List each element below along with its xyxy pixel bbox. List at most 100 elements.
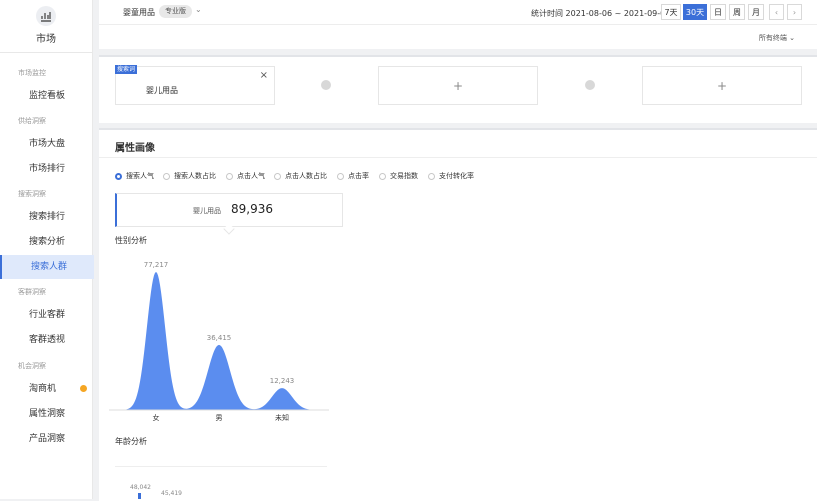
section-header-supply: 供给洞察 bbox=[18, 117, 46, 125]
radio-circle bbox=[337, 172, 344, 180]
version-badge[interactable]: 专业版 bbox=[159, 5, 192, 18]
radio-label: 搜索人数占比 bbox=[174, 172, 216, 180]
range-7d-button[interactable]: 7天 bbox=[661, 4, 681, 20]
radio-circle bbox=[379, 172, 386, 180]
radio-click-share[interactable]: 点击人数占比 bbox=[274, 171, 327, 181]
sidebar-item-opportunities[interactable]: 淘商机 bbox=[0, 377, 92, 401]
sidebar-item-search-analysis[interactable]: 搜索分析 bbox=[0, 230, 92, 254]
sidebar-item-product-insight[interactable]: 产品洞察 bbox=[0, 427, 92, 451]
sidebar-item-label: 搜索排行 bbox=[29, 212, 66, 222]
stat-period: 统计时间 2021-08-06 ~ 2021-09-04 bbox=[531, 9, 671, 18]
sidebar-item-industry-customers[interactable]: 行业客群 bbox=[0, 303, 92, 327]
sidebar-item-market-ranking[interactable]: 市场排行 bbox=[0, 157, 92, 181]
age-bar bbox=[138, 493, 141, 499]
terminal-selector[interactable]: 所有终端 ⌄ bbox=[759, 33, 795, 43]
divider bbox=[99, 157, 817, 158]
sidebar-item-market-overview[interactable]: 市场大盘 bbox=[0, 132, 92, 156]
radio-pay-conversion[interactable]: 支付转化率 bbox=[428, 171, 474, 181]
radio-trade-index[interactable]: 交易指数 bbox=[379, 171, 418, 181]
category-label: 未知 bbox=[275, 413, 289, 422]
sidebar-item-label: 搜索分析 bbox=[29, 237, 66, 247]
range-week-button[interactable]: 周 bbox=[729, 4, 745, 20]
sidebar-item-label: 搜索人群 bbox=[31, 262, 68, 272]
sidebar-item-search-ranking[interactable]: 搜索排行 bbox=[0, 205, 92, 229]
section-header-search: 搜索洞察 bbox=[18, 190, 46, 198]
radio-circle bbox=[274, 172, 281, 180]
section-header-market-monitor: 市场监控 bbox=[18, 69, 46, 77]
sidebar-item-label: 行业客群 bbox=[29, 310, 66, 320]
radio-circle bbox=[428, 172, 435, 180]
sidebar-item-label: 市场大盘 bbox=[29, 139, 66, 149]
section-header-opportunity: 机会洞察 bbox=[18, 362, 46, 370]
chevron-down-icon: ⌄ bbox=[789, 34, 795, 42]
radio-label: 点击人数占比 bbox=[285, 172, 327, 180]
section-title: 属性画像 bbox=[115, 143, 155, 154]
metric-card: 婴儿用品 89,936 bbox=[115, 193, 343, 227]
radio-label: 交易指数 bbox=[390, 172, 418, 180]
sidebar-item-monitor-board[interactable]: 监控看板 bbox=[0, 84, 92, 108]
new-badge bbox=[80, 385, 87, 392]
radio-label: 点击人气 bbox=[237, 172, 265, 180]
gender-chart: 77,217 女 36,415 男 12,243 未知 bbox=[109, 261, 329, 422]
radio-click-rate[interactable]: 点击率 bbox=[337, 171, 369, 181]
radio-circle bbox=[226, 172, 233, 180]
sidebar-item-attribute-insight[interactable]: 属性洞察 bbox=[0, 402, 92, 426]
chevron-down-icon[interactable]: ⌄ bbox=[195, 5, 202, 14]
top-bar: 婴童用品 专业版 ⌄ 统计时间 2021-08-06 ~ 2021-09-04 … bbox=[99, 0, 817, 25]
data-label: 36,415 bbox=[207, 334, 232, 342]
plus-icon: + bbox=[452, 78, 464, 93]
category-selector[interactable]: 婴童用品 bbox=[123, 7, 155, 18]
compare-card-add-2[interactable]: + bbox=[378, 66, 538, 105]
profile-section: 属性画像 搜索人气 搜索人数占比 点击人气 点击人数占比 点击率 交易指数 支付… bbox=[99, 128, 817, 501]
sidebar-item-label: 淘商机 bbox=[29, 384, 57, 394]
age-data-label: 45,419 bbox=[161, 490, 182, 497]
sidebar-item-label: 客群透视 bbox=[29, 335, 66, 345]
close-icon[interactable]: × bbox=[260, 70, 268, 81]
next-period-button[interactable]: › bbox=[787, 4, 802, 20]
radio-label: 支付转化率 bbox=[439, 172, 474, 180]
radio-search-popularity[interactable]: 搜索人气 bbox=[115, 171, 154, 181]
radio-circle bbox=[115, 172, 122, 180]
section-header-customer: 客群洞察 bbox=[18, 288, 46, 296]
data-label: 12,243 bbox=[270, 377, 295, 385]
data-label: 77,217 bbox=[144, 261, 169, 269]
vs-dot bbox=[585, 80, 595, 90]
terminal-bar: 所有终端 ⌄ bbox=[99, 25, 817, 49]
sidebar-item-label: 属性洞察 bbox=[29, 409, 66, 419]
compare-section: 婴儿用品 × 搜索词 + + bbox=[99, 55, 817, 123]
category-label: 女 bbox=[153, 413, 160, 422]
range-month-button[interactable]: 月 bbox=[748, 4, 764, 20]
age-data-label: 48,042 bbox=[130, 484, 151, 491]
prev-period-button[interactable]: ‹ bbox=[769, 4, 784, 20]
compare-card-add-3[interactable]: + bbox=[642, 66, 802, 105]
range-day-button[interactable]: 日 bbox=[710, 4, 726, 20]
app-logo[interactable]: 市场 bbox=[0, 6, 92, 45]
radio-label: 点击率 bbox=[348, 172, 369, 180]
sidebar-item-customer-perspective[interactable]: 客群透视 bbox=[0, 328, 92, 352]
sidebar-divider bbox=[0, 52, 92, 53]
sidebar-item-search-crowd[interactable]: 搜索人群 bbox=[0, 255, 94, 279]
radio-search-share[interactable]: 搜索人数占比 bbox=[163, 171, 216, 181]
age-title: 年龄分析 bbox=[115, 437, 147, 446]
age-chart-gridline bbox=[115, 466, 327, 467]
sidebar-item-label: 市场排行 bbox=[29, 164, 66, 174]
category-label: 男 bbox=[216, 414, 223, 422]
sidebar-item-label: 监控看板 bbox=[29, 91, 66, 101]
terminal-label: 所有终端 bbox=[758, 34, 787, 42]
search-term-tag: 搜索词 bbox=[115, 65, 138, 74]
gender-title: 性别分析 bbox=[115, 236, 147, 245]
radio-circle bbox=[163, 172, 170, 180]
range-30d-button[interactable]: 30天 bbox=[683, 4, 707, 20]
metric-value: 89,936 bbox=[231, 202, 273, 216]
app-title: 市场 bbox=[36, 34, 56, 45]
compare-card-1[interactable]: 婴儿用品 × bbox=[115, 66, 275, 105]
vs-dot bbox=[321, 80, 331, 90]
chart-icon bbox=[36, 6, 56, 26]
radio-click-popularity[interactable]: 点击人气 bbox=[226, 171, 265, 181]
radio-label: 搜索人气 bbox=[126, 172, 154, 180]
metric-label: 婴儿用品 bbox=[193, 207, 221, 215]
compare-item-name: 婴儿用品 bbox=[146, 86, 178, 95]
sidebar-item-label: 产品洞察 bbox=[29, 434, 66, 444]
sidebar: 市场 市场监控 监控看板 供给洞察 市场大盘 市场排行 搜索洞察 搜索排行 搜索… bbox=[0, 0, 94, 499]
plus-icon: + bbox=[716, 78, 728, 93]
